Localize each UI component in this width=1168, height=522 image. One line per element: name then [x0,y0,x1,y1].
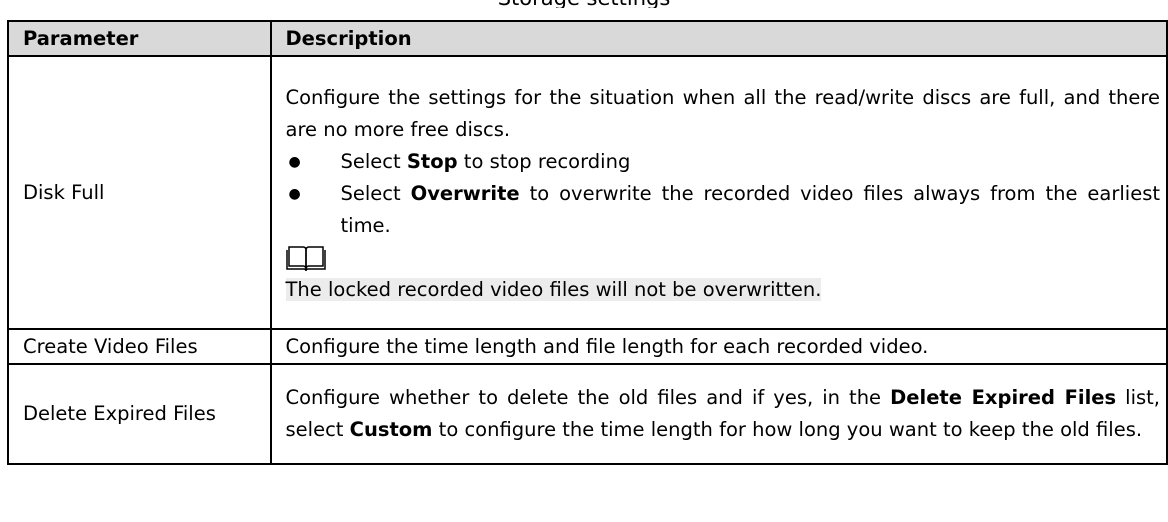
param-cell: Create Video Files [7,328,272,365]
bullet-list: Select Stop to stop recording Select Ove… [286,146,1161,242]
desc-cell: Configure whether to delete the old file… [269,363,1168,465]
table-row: Create Video Files Configure the time le… [7,328,1168,365]
list-item: Select Stop to stop recording [286,146,1161,178]
desc-intro: Configure the settings for the situation… [285,85,1161,141]
book-note-icon [285,242,1161,274]
desc-cell: Configure the settings for the situation… [269,55,1168,330]
table-header-row: Parameter Description [7,20,1168,57]
param-cell: Delete Expired Files [7,363,272,465]
parameter-table: Parameter Description Disk Full Configur… [7,20,1168,465]
note-text: The locked recorded video files will not… [285,277,822,301]
table-row: Delete Expired Files Configure whether t… [7,363,1168,465]
desc-cell: Configure the time length and file lengt… [269,328,1168,365]
param-cell: Disk Full [7,55,272,330]
list-item: Select Overwrite to overwrite the record… [286,178,1160,242]
table-row: Disk Full Configure the settings for the… [7,55,1168,330]
header-description: Description [269,20,1168,57]
header-parameter: Parameter [7,20,272,57]
table-caption: Storage settings [0,0,1168,8]
